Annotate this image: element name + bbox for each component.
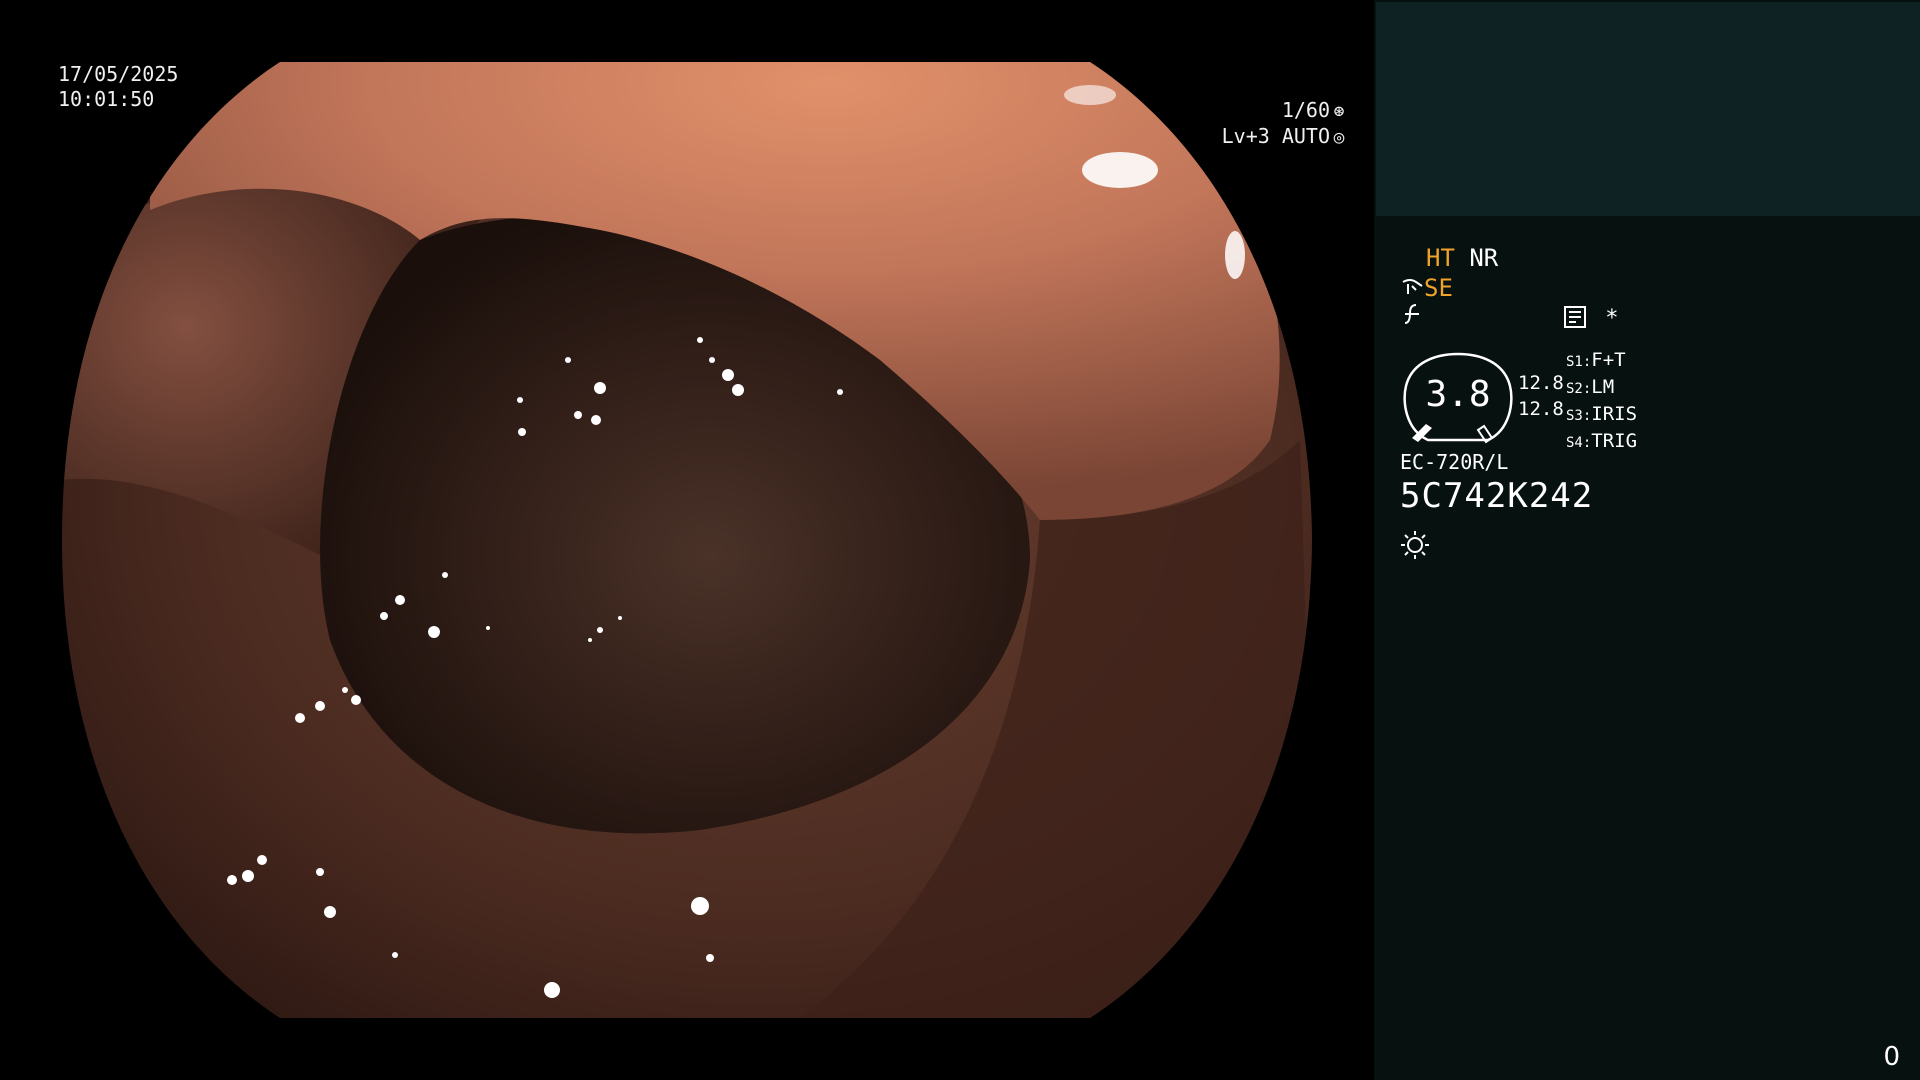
switch-key: S3: (1566, 408, 1592, 424)
info-panel: HT NR SE * 3.8 12.8 12.8 S1:F+T S2:LM S3… (1374, 0, 1920, 1080)
switch-s2: S2:LM (1566, 375, 1637, 402)
memo-icon (1564, 306, 1586, 328)
exposure-settings: 1/60 ⊛ Lv+3 AUTO ◎ (1222, 98, 1348, 150)
pressure-readouts: 12.8 12.8 (1518, 370, 1564, 422)
edge-enhance-icon (1404, 304, 1419, 324)
mode-se: SE (1424, 274, 1453, 302)
mode-nr: NR (1469, 244, 1499, 272)
scope-tip-icon (1402, 279, 1423, 294)
switch-value: F+T (1591, 349, 1626, 371)
edge-enhance-row (1402, 303, 1422, 331)
capture-date: 17/05/2025 (58, 62, 179, 86)
switch-s3: S3:IRIS (1566, 402, 1637, 429)
patient-info-box (1376, 2, 1920, 216)
switch-key: S1: (1566, 354, 1592, 370)
scope-serial-number: 5C742K242 (1400, 476, 1594, 516)
scope-switch-list: S1:F+T S2:LM S3:IRIS S4:TRIG (1566, 348, 1637, 456)
readout-upper: 12.8 (1518, 372, 1564, 394)
insertion-gauge: 3.8 (1400, 352, 1516, 444)
switch-key: S4: (1566, 435, 1592, 451)
structure-enhance-row: SE (1402, 274, 1453, 302)
gauge-value: 3.8 (1425, 374, 1491, 415)
shutter-speed: 1/60 (1281, 98, 1330, 122)
colon-lumen-image (62, 62, 1312, 1018)
asterisk-indicator: * (1605, 306, 1619, 331)
mode-ht: HT (1426, 244, 1455, 272)
switch-value: LM (1591, 376, 1615, 398)
scope-model: EC-720R/L (1400, 450, 1509, 474)
endoscope-image: 17/05/2025 10:01:50 1/60 ⊛ Lv+3 AUTO ◎ (0, 0, 1374, 1080)
image-mode-row: HT NR (1426, 244, 1498, 272)
switch-value: IRIS (1591, 403, 1638, 425)
switch-value: TRIG (1591, 430, 1638, 452)
readout-lower: 12.8 (1518, 398, 1564, 420)
switch-key: S2: (1566, 381, 1592, 397)
switch-s1: S1:F+T (1566, 348, 1637, 375)
light-source-icon (1401, 531, 1429, 559)
image-counter: 0 (1883, 1042, 1900, 1072)
capture-time: 10:01:50 (58, 87, 155, 111)
switch-s4: S4:TRIG (1566, 429, 1637, 456)
shutter-icon: ⊛ (1333, 101, 1345, 122)
status-icons: * (1564, 306, 1619, 331)
iris-icon: ◎ (1333, 127, 1345, 148)
brightness-level: Lv+3 AUTO (1221, 124, 1330, 148)
date-time-stamp: 17/05/2025 10:01:50 (58, 62, 178, 112)
